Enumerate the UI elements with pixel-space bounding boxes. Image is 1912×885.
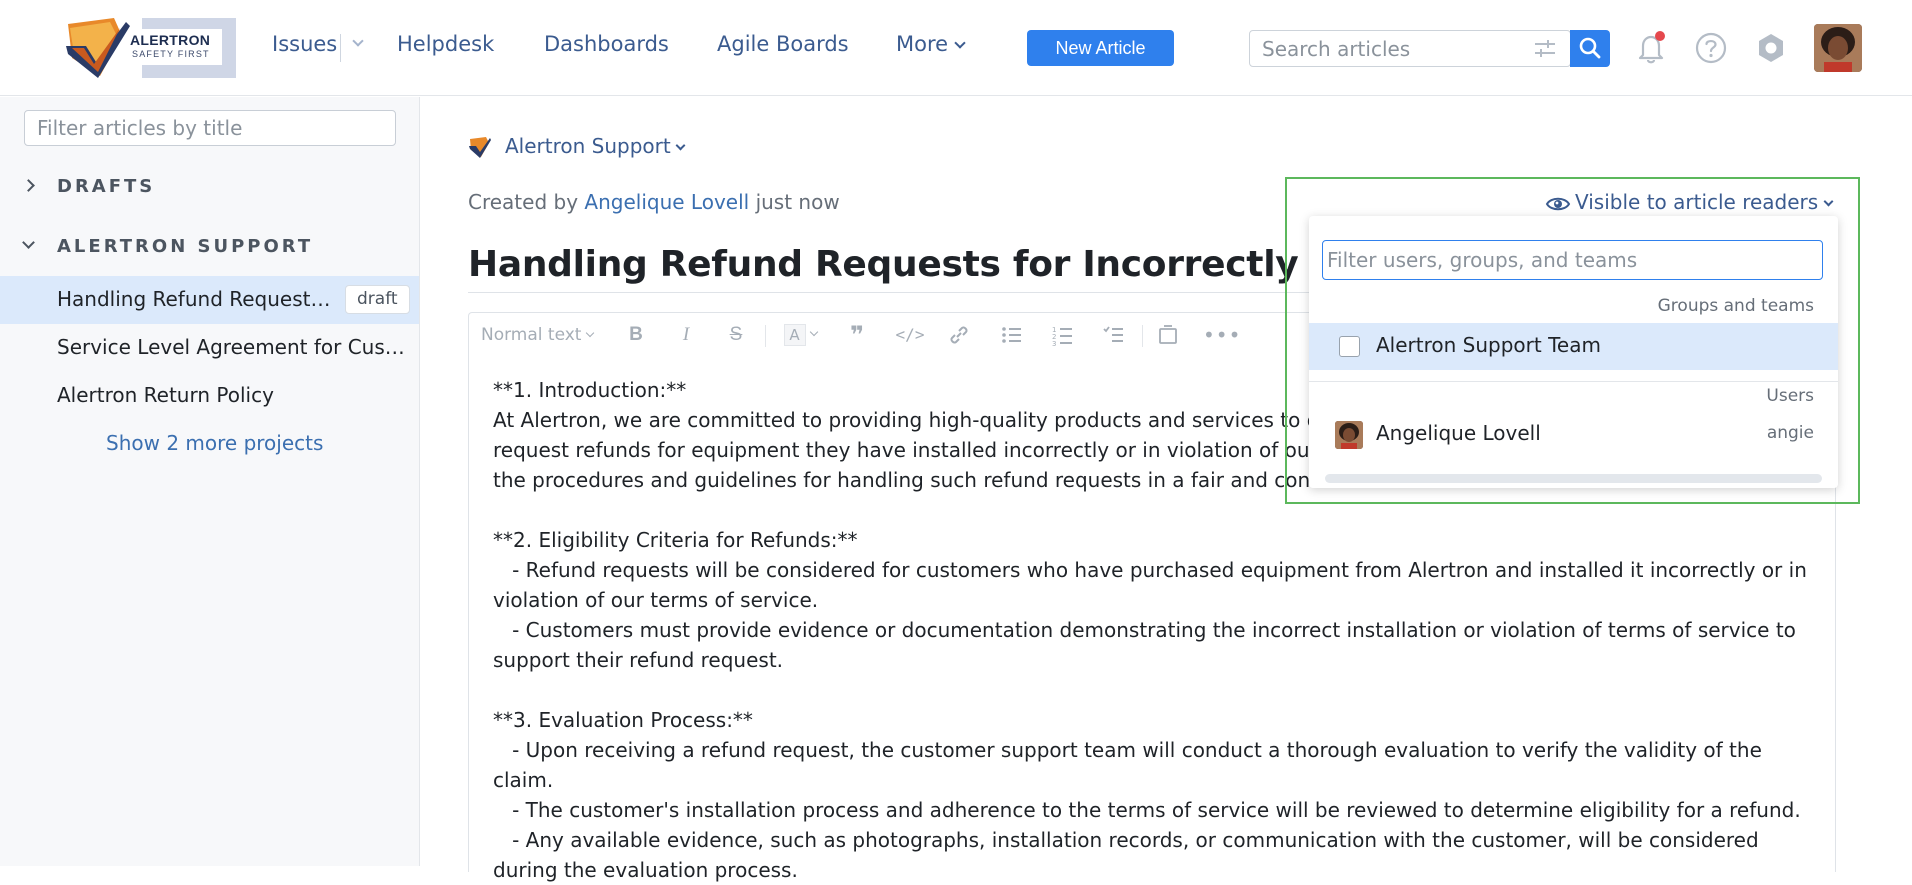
eye-icon [1545, 197, 1571, 211]
chevron-down-icon [1823, 196, 1834, 207]
visibility-popup: Groups and teams Alertron Support Team U… [1309, 216, 1838, 488]
code-icon[interactable]: </> [893, 322, 927, 348]
text-style-label: Normal text [481, 325, 582, 345]
drafts-section[interactable]: DRAFTS [22, 176, 156, 197]
search-box [1249, 30, 1571, 67]
bullet-list-icon[interactable] [999, 322, 1025, 348]
chevron-right-icon [22, 179, 35, 192]
article-title: Alertron Return Policy [57, 383, 274, 407]
italic-icon[interactable]: I [673, 322, 699, 348]
article-title: Handling Refund Requests for Incorrectly… [57, 287, 339, 311]
search-icon [1579, 37, 1601, 59]
search-input[interactable] [1262, 31, 1492, 66]
nav-issues[interactable]: Issues [272, 32, 337, 56]
project-breadcrumb[interactable]: Alertron Support [505, 134, 686, 158]
checklist-icon[interactable] [1101, 322, 1127, 348]
nav-more-label: More [896, 32, 949, 56]
user-avatar[interactable] [1814, 24, 1862, 72]
chevron-down-icon [586, 328, 595, 338]
brand-tagline: SAFETY FIRST [132, 49, 210, 59]
bell-icon[interactable] [1631, 28, 1671, 68]
avatar-portrait [1814, 24, 1862, 72]
logo-shield-icon [66, 18, 130, 78]
team-checkbox[interactable] [1339, 336, 1360, 357]
user-login: angie [1766, 423, 1814, 443]
sidebar: DRAFTS ALERTRON SUPPORT Handling Refund … [0, 97, 420, 866]
quote-icon[interactable]: ❞ [844, 322, 870, 348]
strikethrough-icon[interactable]: S [723, 322, 749, 348]
user-option[interactable]: Angelique Lovell angie [1309, 412, 1838, 456]
team-name: Alertron Support Team [1376, 333, 1601, 357]
text-color-icon[interactable]: A [778, 322, 822, 348]
filter-articles-input[interactable] [24, 110, 396, 146]
hexagon-settings-icon[interactable] [1751, 28, 1791, 68]
project-logo-icon [469, 137, 491, 158]
created-by-line: Created by Angelique Lovell just now [468, 190, 840, 214]
chevron-down-icon [954, 37, 966, 49]
project-section[interactable]: ALERTRON SUPPORT [22, 236, 314, 257]
project-label: ALERTRON SUPPORT [57, 236, 314, 257]
nav-more[interactable]: More [896, 32, 966, 56]
visibility-dropdown[interactable]: Visible to article readers [1575, 190, 1834, 214]
notification-dot [1655, 31, 1665, 41]
user-name: Angelique Lovell [1376, 421, 1541, 445]
chevron-down-icon [22, 236, 35, 249]
more-options-icon[interactable]: ••• [1203, 322, 1240, 348]
top-header: ALERTRON SAFETY FIRST Issues Helpdesk Da… [0, 0, 1912, 96]
draft-badge: draft [345, 285, 410, 314]
search-button[interactable] [1570, 30, 1610, 67]
help-icon[interactable] [1691, 28, 1731, 68]
created-time: just now [755, 190, 840, 214]
brand-name: ALERTRON [130, 32, 211, 48]
avatar-portrait [1335, 421, 1363, 449]
author-link[interactable]: Angelique Lovell [584, 190, 749, 214]
numbered-list-icon[interactable]: 1 2 3 [1050, 322, 1076, 348]
groups-heading: Groups and teams [1657, 296, 1814, 316]
scrollbar-thumb[interactable] [1325, 474, 1822, 483]
team-option[interactable]: Alertron Support Team [1309, 323, 1838, 370]
bold-icon[interactable]: B [623, 322, 649, 348]
svg-text:3: 3 [1052, 340, 1056, 348]
article-title-field[interactable]: Handling Refund Requests for Incorrectly… [468, 244, 1318, 285]
insert-block-icon[interactable] [1155, 322, 1181, 348]
nav-agile-boards[interactable]: Agile Boards [717, 32, 849, 56]
text-style-dropdown[interactable]: Normal text [481, 325, 595, 345]
sidebar-article-item[interactable]: Service Level Agreement for Customer Sup… [0, 324, 419, 372]
horizontal-scrollbar[interactable] [1313, 472, 1834, 484]
nav-issues-dropdown[interactable] [346, 30, 364, 54]
sidebar-article-item[interactable]: Alertron Return Policy [0, 372, 419, 420]
new-article-button[interactable]: New Article [1027, 30, 1174, 66]
nav-dashboards[interactable]: Dashboards [544, 32, 669, 56]
filter-users-input[interactable] [1322, 240, 1823, 280]
article-title: Service Level Agreement for Customer Sup… [57, 335, 409, 359]
created-prefix: Created by [468, 190, 579, 214]
chevron-down-icon [352, 35, 364, 47]
brand-logo[interactable]: ALERTRON SAFETY FIRST [62, 16, 236, 78]
project-name: Alertron Support [505, 134, 671, 158]
chevron-down-icon [675, 140, 686, 151]
sidebar-article-item[interactable]: Handling Refund Requests for Incorrectly… [0, 276, 419, 324]
users-heading: Users [1766, 386, 1814, 406]
link-icon[interactable] [946, 322, 972, 348]
visibility-label: Visible to article readers [1575, 190, 1819, 214]
nav-helpdesk[interactable]: Helpdesk [397, 32, 494, 56]
user-option-avatar [1335, 421, 1363, 449]
filter-sliders-icon[interactable] [1533, 38, 1557, 60]
show-more-projects-link[interactable]: Show 2 more projects [106, 431, 323, 455]
drafts-label: DRAFTS [57, 176, 156, 197]
